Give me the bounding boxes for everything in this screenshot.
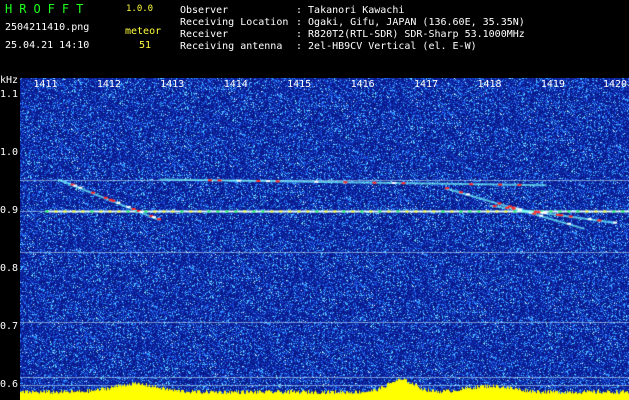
spectrogram-canvas xyxy=(20,78,629,400)
y-tick-label: 0.9 xyxy=(0,205,19,217)
info-antenna-value: : 2el-HB9CV Vertical (el. E-W) xyxy=(296,41,477,52)
y-axis-label: kHz xyxy=(0,75,19,86)
info-location-key: Receiving Location xyxy=(180,17,289,28)
y-tick-label: 0.7 xyxy=(0,321,19,333)
info-receiver-key: Receiver xyxy=(180,29,229,40)
y-tick-label: 1.0 xyxy=(0,147,19,159)
file-datetime: 25.04.21 14:10 xyxy=(5,40,90,51)
app-brand: HROFFT xyxy=(5,2,91,16)
y-tick-label: 0.8 xyxy=(0,263,19,275)
info-location-value: : Ogaki, Gifu, JAPAN (136.60E, 35.35N) xyxy=(296,17,525,28)
info-antenna-key: Receiving antenna xyxy=(180,41,283,52)
spectrogram xyxy=(20,78,629,400)
y-tick-label: 0.6 xyxy=(0,379,19,391)
y-tick-label: 1.1 xyxy=(0,89,19,101)
file-name: 2504211410.png xyxy=(5,22,90,33)
meteor-count: 51 xyxy=(139,40,152,51)
info-observer-key: Observer xyxy=(180,5,229,16)
mode-label: meteor xyxy=(125,26,162,37)
info-observer-value: : Takanori Kawachi xyxy=(296,5,405,16)
app-version: 1.0.0 xyxy=(126,4,154,14)
info-receiver-value: : R820T2(RTL-SDR) SDR-Sharp 53.1000MHz xyxy=(296,29,525,40)
